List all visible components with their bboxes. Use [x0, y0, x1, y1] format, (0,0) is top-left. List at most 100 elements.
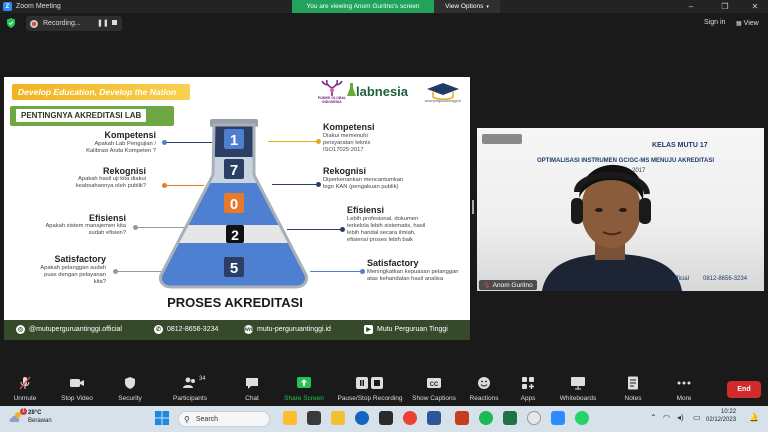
- media-player-icon[interactable]: [527, 411, 541, 425]
- whiteboards-label: Whiteboards: [559, 395, 597, 402]
- pause-stop-recording-button[interactable]: Pause/Stop Recording: [332, 376, 408, 402]
- flask-number: 5: [230, 260, 238, 277]
- slogan-text: Develop Education, Develop the Nation: [18, 87, 177, 97]
- file-explorer-icon[interactable]: [331, 411, 345, 425]
- minimize-icon[interactable]: –: [680, 0, 702, 13]
- taskbar-search[interactable]: ⚲ Search: [178, 411, 270, 427]
- excel-icon[interactable]: [503, 411, 517, 425]
- split-view-handle[interactable]: [472, 200, 474, 214]
- view-label: View: [743, 20, 759, 27]
- participants-label: Participants: [173, 395, 207, 402]
- chat-button[interactable]: Chat: [227, 376, 277, 402]
- stop-video-button[interactable]: Stop Video: [52, 376, 102, 402]
- security-shield-icon: [125, 377, 135, 389]
- task-view-icon[interactable]: [307, 411, 321, 425]
- view-button[interactable]: ▦ View: [736, 17, 759, 30]
- encryption-shield-icon[interactable]: [7, 18, 15, 28]
- chrome-browser-icon[interactable]: [403, 411, 417, 425]
- show-captions-button[interactable]: CC Show Captions: [408, 376, 460, 402]
- app-title: Zoom Meeting: [16, 3, 61, 10]
- search-icon: ⚲: [184, 414, 190, 424]
- weather-widget[interactable]: 28°C Berawan: [28, 409, 52, 425]
- edge-browser-icon[interactable]: [355, 411, 369, 425]
- wifi-icon[interactable]: ◠: [663, 413, 670, 422]
- footer-youtube: Mutu Perguruan Tinggi: [377, 326, 448, 333]
- windows-start-icon[interactable]: [155, 411, 169, 425]
- participants-count: 34: [199, 376, 206, 382]
- sign-in-link[interactable]: Sign in: [704, 19, 725, 26]
- share-screen-icon: [297, 377, 311, 388]
- whiteboard-icon: [571, 377, 585, 390]
- right-item-desc: Diperkenankan mencantumkan logo KAN (pen…: [323, 177, 404, 190]
- speaker-video-tile[interactable]: KELAS MUTU 17 OPTIMALISASI INSTRUMEN GC/…: [477, 128, 764, 291]
- reactions-smiley-icon: [478, 377, 490, 389]
- apps-label: Apps: [520, 395, 536, 402]
- end-meeting-button[interactable]: End: [727, 381, 761, 398]
- slide-footer: ◎ @mutuperguruantinggi.official ✆ 0812-8…: [4, 320, 470, 340]
- view-options-label: View Options: [445, 3, 484, 10]
- share-screen-button[interactable]: Share Screen: [279, 376, 329, 402]
- video-backdrop-kelas: KELAS MUTU 17: [652, 142, 708, 149]
- labnesia-logo-text: labnesia: [356, 84, 409, 99]
- maximize-icon[interactable]: ❐: [714, 0, 736, 13]
- recording-label: Recording...: [43, 20, 81, 27]
- viewing-screen-banner: You are viewing Anom Guritno's screen: [292, 0, 434, 13]
- mpt-logo-text: www.perguruantinggi.id: [424, 99, 462, 103]
- notes-button[interactable]: Notes: [608, 376, 658, 402]
- section-title-bar: PENTINGNYA AKREDITASI LAB: [10, 106, 174, 126]
- security-label: Security: [118, 395, 142, 402]
- accreditation-flask-diagram: 1 7 0 2 5: [159, 119, 308, 289]
- stop-recording-icon[interactable]: [112, 20, 117, 25]
- battery-icon[interactable]: ▭: [693, 413, 701, 422]
- connector-dot: [340, 227, 345, 232]
- partner-logo-text: PUMKE GLOBAL INDONESIA: [317, 96, 347, 104]
- participants-icon: [183, 377, 195, 388]
- connector-dot: [360, 269, 365, 274]
- pause-recording-icon[interactable]: ❚❚: [97, 19, 109, 27]
- show-captions-label: Show Captions: [412, 395, 456, 402]
- right-item-desc: Diakui memenuhi persyaratan teknis ISO17…: [323, 133, 371, 153]
- close-icon[interactable]: ✕: [744, 0, 766, 13]
- reactions-button[interactable]: Reactions: [459, 376, 509, 402]
- labnesia-flask-icon: [347, 83, 356, 96]
- muted-mic-icon: 🎙: [483, 282, 491, 289]
- flask-number: 1: [230, 132, 238, 149]
- reactions-label: Reactions: [469, 395, 499, 402]
- left-item-desc: Apakah hasil uji kita diakui keabsahanny…: [75, 176, 146, 189]
- stop-video-label: Stop Video: [61, 395, 93, 402]
- zoom-taskbar-icon[interactable]: [551, 411, 565, 425]
- captions-icon: CC: [427, 378, 441, 388]
- weather-badge: 1: [20, 408, 27, 415]
- more-button[interactable]: More: [659, 376, 709, 402]
- shared-screen: Develop Education, Develop the Nation PU…: [4, 77, 470, 340]
- clock-date: 02/12/2023: [706, 417, 737, 423]
- powerpoint-icon[interactable]: [455, 411, 469, 425]
- more-dots-icon: [677, 381, 691, 385]
- store-icon[interactable]: [379, 411, 393, 425]
- view-options-button[interactable]: View Options ▾: [434, 0, 500, 13]
- tray-chevron-icon[interactable]: ⌃: [650, 413, 657, 422]
- left-item-desc: Apakah pelanggan sudah puas dengan pelay…: [40, 265, 106, 285]
- word-icon[interactable]: [427, 411, 441, 425]
- more-label: More: [676, 395, 692, 402]
- whatsapp-taskbar-icon[interactable]: [575, 411, 589, 425]
- whiteboards-button[interactable]: Whiteboards: [553, 376, 603, 402]
- video-backdrop-phone: 0812-8656-3234: [703, 276, 748, 282]
- participant-name-tag: 🎙 Anom Guritno: [479, 280, 537, 290]
- section-title: PENTINGNYA AKREDITASI LAB: [16, 109, 147, 122]
- participants-button[interactable]: 34 Participants: [165, 376, 215, 402]
- spotify-icon[interactable]: [479, 411, 493, 425]
- colorful-app-icon[interactable]: [283, 411, 297, 425]
- recording-dot-icon: [30, 19, 38, 28]
- taskbar-clock[interactable]: 10:22 02/12/2023: [706, 408, 736, 424]
- left-item-title: Kompetensi: [104, 130, 156, 140]
- security-button[interactable]: Security: [105, 376, 155, 402]
- participant-name: Anom Guritno: [492, 281, 533, 289]
- volume-icon[interactable]: ◂): [677, 413, 684, 422]
- apps-button[interactable]: Apps: [503, 376, 553, 402]
- unmute-button[interactable]: Unmute: [0, 376, 50, 402]
- footer-instagram: @mutuperguruantinggi.official: [29, 326, 122, 333]
- video-camera-icon: [70, 379, 84, 387]
- notifications-icon[interactable]: 🔔: [749, 413, 759, 422]
- left-item-title: Satisfactory: [54, 254, 106, 264]
